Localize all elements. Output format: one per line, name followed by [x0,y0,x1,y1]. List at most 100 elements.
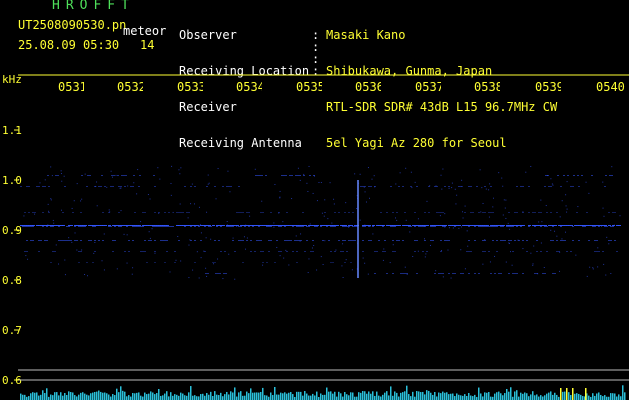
signal-dot [64,240,66,241]
noise-dot [606,236,608,238]
noise-dot [81,198,83,200]
signal-dot [340,251,342,252]
signal-dot [168,226,170,227]
signal-dot [563,175,565,176]
signal-dot [410,186,412,187]
spectrum-bar [278,394,280,400]
signal-dot [422,226,424,227]
noise-dot [363,186,365,188]
signal-dot [528,186,530,187]
signal-dot [120,186,122,187]
signal-dot [110,226,112,227]
signal-dot [402,186,404,187]
spectrum-bar [418,391,420,400]
signal-dot [544,226,546,227]
signal-dot [144,240,146,241]
signal-dot [582,226,584,227]
signal-dot [482,240,484,241]
signal-dot [262,262,264,263]
signal-dot [174,251,176,252]
spectrum-bar [362,391,364,400]
spectrum-bar [408,394,410,400]
noise-dot [444,213,446,215]
spectrum-bar [110,396,112,400]
noise-dot [537,273,539,275]
signal-dot [94,251,96,252]
noise-dot [94,241,96,243]
spectrum-bar [74,395,76,400]
signal-dot [289,175,291,176]
signal-dot [80,240,82,241]
signal-dot [84,225,87,226]
noise-dot [348,226,350,228]
noise-dot [586,275,588,277]
noise-dot [447,249,449,251]
spectrum-bar [598,392,600,400]
spectrum-bar [186,395,188,400]
spectrum-bar [498,391,500,400]
signal-dot [296,262,298,263]
signal-dot [364,226,366,227]
spectrum-bar [22,394,24,400]
spectrum-bar [156,393,158,400]
noise-dot [374,186,376,188]
signal-dot [534,212,536,213]
signal-dot [602,251,604,252]
noise-dot [190,203,192,205]
signal-dot [144,212,146,213]
signal-dot [516,273,518,274]
spectrum-bar [526,393,528,400]
spectrum-bar [266,395,268,400]
signal-dot [538,212,540,213]
signal-dot [362,251,364,252]
signal-dot [464,212,466,213]
spectrum-bar [446,392,448,400]
spectrum-bar [516,390,518,400]
spectrum-bar [452,393,454,400]
signal-dot [78,226,80,227]
signal-dot [30,240,32,241]
signal-dot [44,186,46,187]
signal-dot [172,226,174,227]
spectrum-bar [612,393,614,400]
signal-dot [180,212,182,213]
spectrum-bar [168,396,170,400]
noise-dot [123,233,125,235]
noise-dot [602,207,604,209]
noise-dot [462,217,464,219]
spectrum-bar [488,391,490,400]
signal-dot [458,186,460,187]
signal-dot [36,186,38,187]
spectrum-bar [218,395,220,400]
noise-dot [509,228,511,230]
signal-dot [330,262,332,263]
signal-dot [478,212,480,213]
noise-dot [140,221,142,223]
signal-dot [194,186,196,187]
signal-dot [460,273,462,274]
signal-dot [296,240,298,241]
signal-dot [560,240,562,241]
noise-dot [276,246,278,248]
signal-dot [164,226,166,227]
spectrum-bar [296,391,298,400]
noise-dot [405,219,407,221]
signal-dot [104,225,107,226]
signal-dot [108,226,110,227]
spectrum-bar [104,392,106,400]
spectrum-bar [230,391,232,400]
spectrum-bar [188,392,190,400]
noise-dot [367,167,369,169]
noise-dot [458,227,460,229]
noise-dot [546,175,548,177]
signal-dot [596,251,598,252]
signal-dot [138,186,140,187]
signal-dot [350,225,353,226]
signal-dot [482,251,484,252]
signal-dot [110,186,112,187]
spectrum-bar [552,394,554,400]
noise-dot [444,226,446,228]
noise-dot [206,211,208,213]
spectrum-bar [82,392,84,400]
signal-dot [556,212,558,213]
